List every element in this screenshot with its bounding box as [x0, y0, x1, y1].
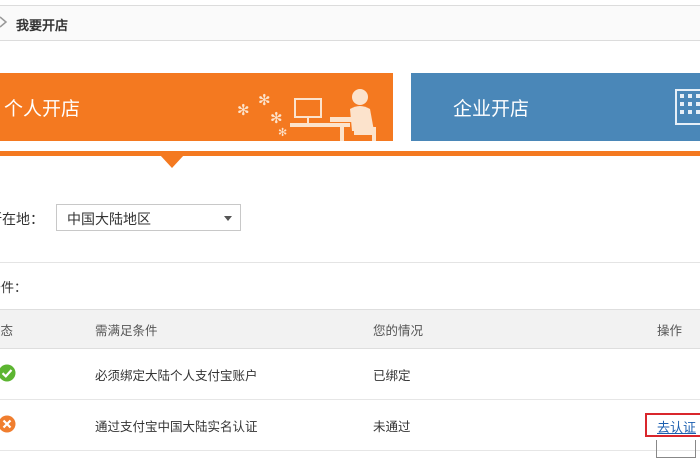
chevron-down-icon: [224, 216, 232, 221]
location-selected-value: 中国大陆地区: [67, 212, 151, 228]
table-row: 必须绑定大陆个人支付宝账户 已绑定: [0, 349, 700, 400]
open-shop-page: 我要开店 个人开店 ✻ ✻ ✻ ✻ 企业开店 在地： 中国大陆地区 件： 态 需…: [0, 0, 700, 470]
selected-tab-pointer: [160, 155, 184, 168]
person-at-desk-illustration: [290, 89, 376, 141]
conditions-label: 条件：: [0, 281, 28, 296]
verify-link[interactable]: 去认证: [645, 413, 700, 437]
situation-text: 未通过: [373, 419, 411, 434]
building-icon: [675, 89, 700, 125]
table-row: 通过支付宝中国大陆实名认证 未通过: [0, 400, 700, 451]
selected-tab-underline: [0, 151, 700, 156]
enterprise-shop-label: 企业开店: [453, 98, 530, 120]
enterprise-shop-tab[interactable]: 企业开店: [411, 73, 700, 141]
header-situation: 您的情况: [373, 323, 424, 338]
header-requirement: 需满足条件: [95, 323, 158, 338]
table-header: 状态 需满足条件 您的情况 操作: [0, 309, 700, 349]
sparkle-icon: ✻: [237, 101, 250, 119]
location-label: 所在地：: [0, 212, 44, 228]
chevron-right-icon: [0, 16, 8, 28]
situation-text: 已绑定: [373, 368, 411, 383]
location-select[interactable]: 中国大陆地区: [56, 204, 241, 231]
requirement-text: 必须绑定大陆个人支付宝账户: [95, 368, 258, 383]
sparkle-icon: ✻: [270, 109, 283, 127]
personal-shop-tab[interactable]: 个人开店 ✻ ✻ ✻ ✻: [0, 73, 393, 141]
check-circle-icon: [0, 364, 16, 382]
cross-circle-icon: [0, 415, 16, 433]
personal-shop-label: 个人开店: [4, 98, 81, 120]
requirement-text: 通过支付宝中国大陆实名认证: [95, 419, 258, 434]
page-title: 我要开店: [16, 19, 69, 34]
sparkle-icon: ✻: [278, 126, 288, 139]
link-shadow-box: [656, 440, 696, 458]
header-status: 状态: [0, 323, 14, 338]
header-action: 操作: [657, 323, 683, 338]
breadcrumb-bar: 我要开店: [0, 5, 700, 41]
section-divider: [0, 262, 700, 263]
sparkle-icon: ✻: [258, 91, 271, 109]
